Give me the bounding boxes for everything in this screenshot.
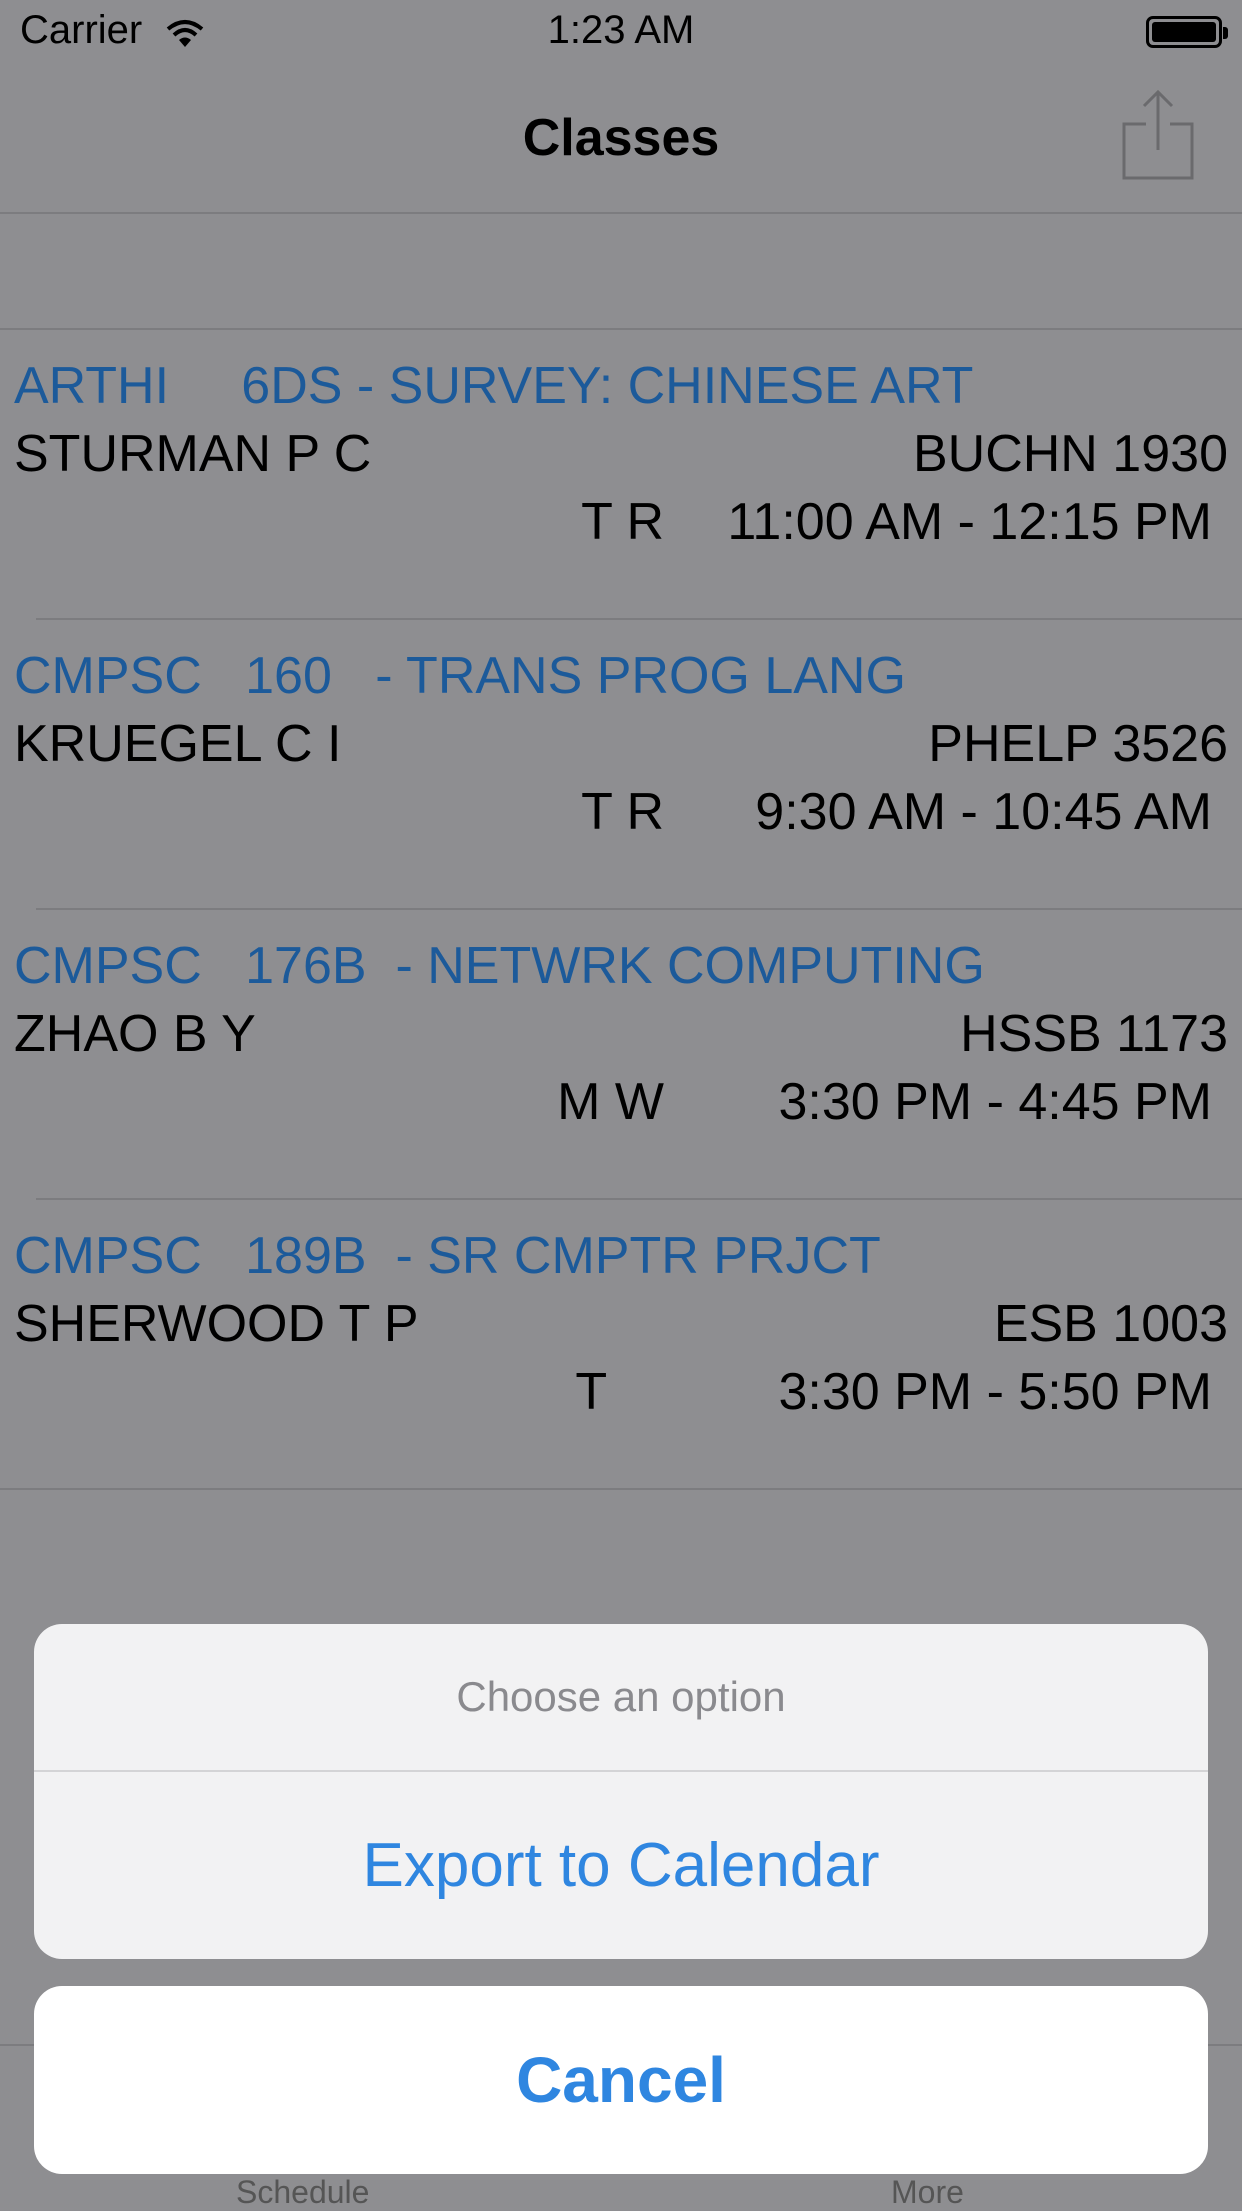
tab-more[interactable]: More [891, 2174, 964, 2211]
instructor-name: STURMAN P C [14, 425, 372, 483]
action-sheet-prompt: Choose an option [34, 1624, 1208, 1772]
class-location: ESB 1003 [993, 1295, 1228, 1353]
navigation-bar: Classes [0, 66, 1242, 214]
course-title: CMPSC 160 - TRANS PROG LANG [14, 647, 906, 705]
class-time: 3:30 PM - 5:50 PM [778, 1363, 1212, 1421]
page-title: Classes [522, 109, 720, 167]
instructor-name: SHERWOOD T P [14, 1295, 419, 1353]
instructor-name: KRUEGEL C I [14, 715, 342, 773]
class-row[interactable]: CMPSC 160 - TRANS PROG LANG KRUEGEL C I … [0, 620, 1242, 910]
course-title: ARTHI 6DS - SURVEY: CHINESE ART [14, 357, 974, 415]
class-days: T R [581, 493, 664, 551]
tab-schedule[interactable]: Schedule [236, 2174, 369, 2211]
class-location: PHELP 3526 [928, 715, 1228, 773]
class-time: 9:30 AM - 10:45 AM [755, 783, 1212, 841]
class-location: BUCHN 1930 [912, 425, 1228, 483]
section-header [0, 214, 1242, 330]
class-time: 3:30 PM - 4:45 PM [778, 1073, 1212, 1131]
status-bar: Carrier 1:23 AM [0, 0, 1242, 66]
class-row[interactable]: ARTHI 6DS - SURVEY: CHINESE ART STURMAN … [0, 330, 1242, 620]
class-location: HSSB 1173 [960, 1005, 1228, 1063]
status-time: 1:23 AM [547, 8, 695, 52]
course-title: CMPSC 189B - SR CMPTR PRJCT [14, 1227, 881, 1285]
class-days: T R [581, 783, 664, 841]
class-row[interactable]: CMPSC 176B - NETWRK COMPUTING ZHAO B Y H… [0, 910, 1242, 1200]
battery-icon [1146, 16, 1228, 48]
action-sheet: Choose an option Export to Calendar [34, 1624, 1208, 1959]
instructor-name: ZHAO B Y [14, 1005, 256, 1063]
cancel-button[interactable]: Cancel [34, 1986, 1208, 2174]
class-list: ARTHI 6DS - SURVEY: CHINESE ART STURMAN … [0, 330, 1242, 1490]
row-divider [0, 1488, 1242, 1490]
class-row[interactable]: CMPSC 189B - SR CMPTR PRJCT SHERWOOD T P… [0, 1200, 1242, 1490]
class-time: 11:00 AM - 12:15 PM [727, 493, 1212, 551]
share-button[interactable] [1118, 88, 1198, 184]
class-days: T [575, 1363, 664, 1421]
share-icon [1122, 89, 1194, 180]
course-title: CMPSC 176B - NETWRK COMPUTING [14, 937, 985, 995]
export-to-calendar-button[interactable]: Export to Calendar [34, 1772, 1208, 1959]
class-days: M W [557, 1073, 664, 1131]
